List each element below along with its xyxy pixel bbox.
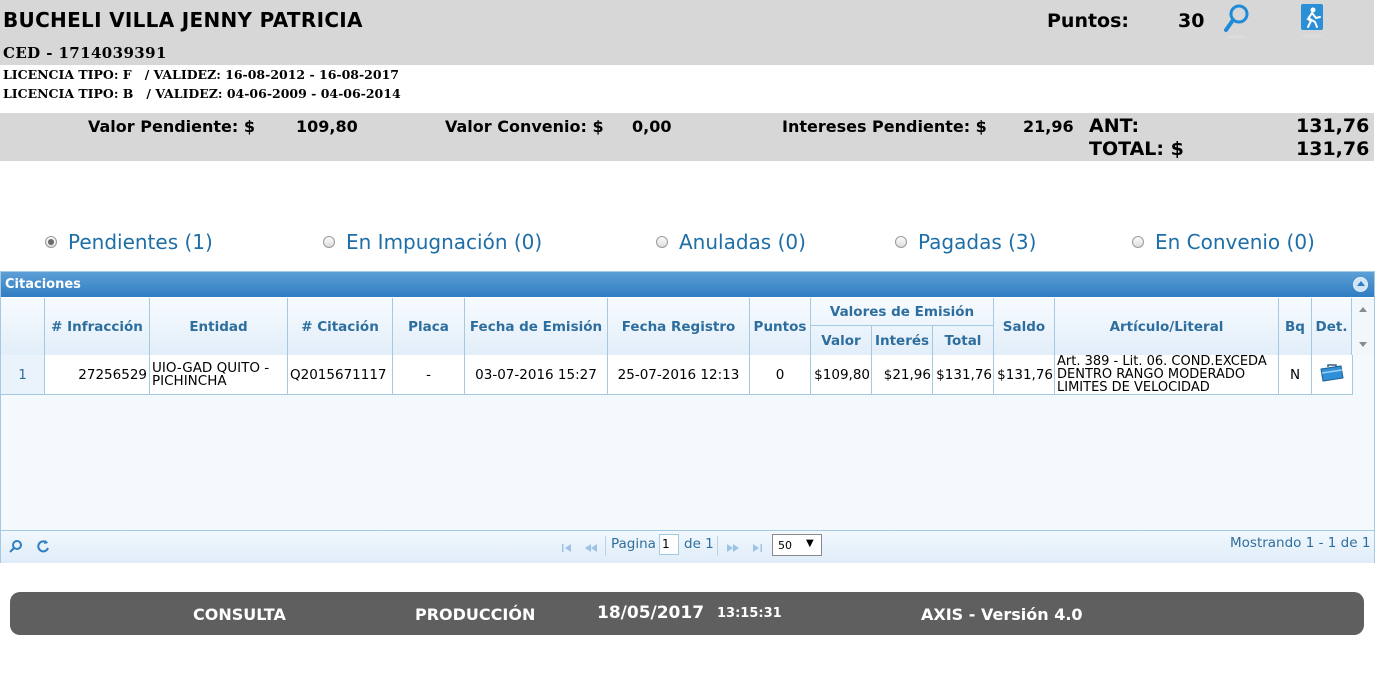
- chevron-down-icon: ▼: [806, 538, 814, 549]
- radio-icon[interactable]: [1132, 236, 1144, 248]
- ant-value: 131,76: [1296, 115, 1370, 137]
- table-row[interactable]: 1 27256529 UIO-GAD QUITO - PICHINCHA Q20…: [1, 355, 1353, 395]
- cell-fecha-emision: 03-07-2016 15:27: [465, 355, 608, 395]
- totals-bar: Valor Pendiente: $ 109,80 Valor Convenio…: [0, 113, 1374, 161]
- pager-separator: [717, 536, 718, 556]
- records-summary: Mostrando 1 - 1 de 1: [1230, 535, 1371, 551]
- version-label: AXIS - Versión 4.0: [921, 605, 1083, 624]
- cell-puntos: 0: [750, 355, 811, 395]
- pending-value-label: Valor Pendiente: $: [88, 117, 255, 136]
- first-page-icon[interactable]: [561, 541, 573, 557]
- col-header-bq[interactable]: Bq: [1279, 298, 1312, 355]
- mode-label: CONSULTA: [193, 605, 286, 624]
- col-header-placa[interactable]: Placa: [393, 298, 465, 355]
- row-number: 1: [1, 355, 45, 395]
- date-label: 18/05/2017: [597, 603, 705, 623]
- col-header-fecha-registro[interactable]: Fecha Registro: [608, 298, 750, 355]
- filter-label: Pendientes (1): [68, 230, 213, 254]
- radio-icon[interactable]: [323, 236, 335, 248]
- toolbox-icon[interactable]: [1319, 363, 1345, 387]
- cell-valor: $109,80: [811, 355, 872, 395]
- cell-articulo: Art. 389 - Lit. 06. COND.EXCEDA DENTRO R…: [1055, 355, 1279, 395]
- environment-label: PRODUCCIÓN: [415, 605, 536, 624]
- col-header-total[interactable]: Total: [933, 326, 994, 355]
- cell-interes: $21,96: [872, 355, 933, 395]
- col-header-fecha-emision[interactable]: Fecha de Emisión: [465, 298, 608, 355]
- col-header-entidad[interactable]: Entidad: [150, 298, 288, 355]
- col-header-articulo[interactable]: Artículo/Literal: [1055, 298, 1279, 355]
- total-label: TOTAL: $: [1089, 138, 1184, 160]
- filter-label: En Convenio (0): [1155, 230, 1315, 254]
- filter-impugnacion[interactable]: En Impugnación (0): [323, 230, 542, 254]
- time-label: 13:15:31: [717, 606, 782, 621]
- cell-bq: N: [1279, 355, 1312, 395]
- interest-pending-value: 21,96: [1023, 117, 1074, 136]
- col-group-valores: Valores de Emisión: [811, 298, 994, 326]
- col-header-citacion[interactable]: # Citación: [288, 298, 393, 355]
- points-value: 30: [1178, 10, 1205, 32]
- cell-det: [1312, 355, 1353, 395]
- total-value: 131,76: [1296, 138, 1370, 160]
- col-header-rownum: [1, 298, 45, 355]
- radio-icon[interactable]: [656, 236, 668, 248]
- cell-infraccion: 27256529: [45, 355, 150, 395]
- license-line: LICENCIA TIPO: F / VALIDEZ: 16-08-2012 -…: [3, 67, 399, 82]
- person-id: CED - 1714039391: [3, 44, 167, 62]
- filter-pendientes[interactable]: Pendientes (1): [45, 230, 213, 254]
- col-header-interes[interactable]: Interés: [872, 326, 933, 355]
- prev-page-icon[interactable]: [584, 541, 598, 557]
- cell-citacion: Q2015671117: [288, 355, 393, 395]
- grid-title: Citaciones: [5, 277, 81, 292]
- filter-label: En Impugnación (0): [346, 230, 543, 254]
- next-page-icon[interactable]: [726, 541, 740, 557]
- filter-label: Anuladas (0): [679, 230, 806, 254]
- pending-value: 109,80: [296, 117, 358, 136]
- interest-pending-label: Intereses Pendiente: $: [782, 117, 987, 136]
- grid-caption-bar: Citaciones: [1, 272, 1374, 297]
- filter-anuladas[interactable]: Anuladas (0): [656, 230, 806, 254]
- agreement-value: 0,00: [632, 117, 672, 136]
- license-line: LICENCIA TIPO: B / VALIDEZ: 04-06-2009 -…: [3, 86, 401, 101]
- refresh-icon[interactable]: [36, 539, 50, 557]
- page-count: de 1: [684, 536, 714, 552]
- last-page-icon[interactable]: [751, 541, 763, 557]
- grid-header: # Infracción Entidad # Citación Placa Fe…: [1, 298, 1352, 356]
- grid-body: 1 27256529 UIO-GAD QUITO - PICHINCHA Q20…: [1, 355, 1374, 530]
- collapse-icon[interactable]: [1353, 277, 1368, 292]
- grid-pager: Pagina 1 de 1 50 ▼ Mostrando 1 - 1 de 1: [1, 530, 1374, 563]
- cell-placa: -: [393, 355, 465, 395]
- page-label: Pagina: [611, 536, 656, 552]
- person-name: BUCHELI VILLA JENNY PATRICIA: [3, 8, 363, 32]
- col-header-det[interactable]: Det.: [1312, 298, 1352, 355]
- search-icon[interactable]: [9, 539, 23, 557]
- cell-fecha-registro: 25-07-2016 12:13: [608, 355, 750, 395]
- cell-entidad: UIO-GAD QUITO - PICHINCHA: [150, 355, 288, 395]
- agreement-value-label: Valor Convenio: $: [445, 117, 604, 136]
- page-size-select[interactable]: 50 ▼: [772, 534, 822, 556]
- col-header-valor[interactable]: Valor: [811, 326, 872, 355]
- filter-pagadas[interactable]: Pagadas (3): [895, 230, 1036, 254]
- page-size-value: 50: [778, 539, 792, 552]
- grid-scrollbar[interactable]: [1352, 298, 1374, 355]
- col-header-saldo[interactable]: Saldo: [994, 298, 1055, 355]
- col-header-puntos[interactable]: Puntos: [750, 298, 811, 355]
- radio-icon[interactable]: [895, 236, 907, 248]
- radio-selected-icon[interactable]: [45, 236, 57, 248]
- points-label: Puntos:: [1047, 10, 1130, 32]
- filter-label: Pagadas (3): [918, 230, 1037, 254]
- status-footer: CONSULTA PRODUCCIÓN 18/05/2017 13:15:31 …: [10, 592, 1364, 635]
- search-icon[interactable]: [1222, 2, 1252, 40]
- exit-icon[interactable]: [1297, 2, 1327, 40]
- ant-label: ANT:: [1089, 115, 1140, 137]
- cell-saldo: $131,76: [994, 355, 1055, 395]
- col-header-infraccion[interactable]: # Infracción: [45, 298, 150, 355]
- filter-convenio[interactable]: En Convenio (0): [1132, 230, 1315, 254]
- cell-total: $131,76: [933, 355, 994, 395]
- citations-grid: Citaciones # Infracción Entidad # Citaci…: [0, 271, 1375, 563]
- page-input[interactable]: 1: [659, 534, 679, 555]
- pager-separator: [605, 536, 606, 556]
